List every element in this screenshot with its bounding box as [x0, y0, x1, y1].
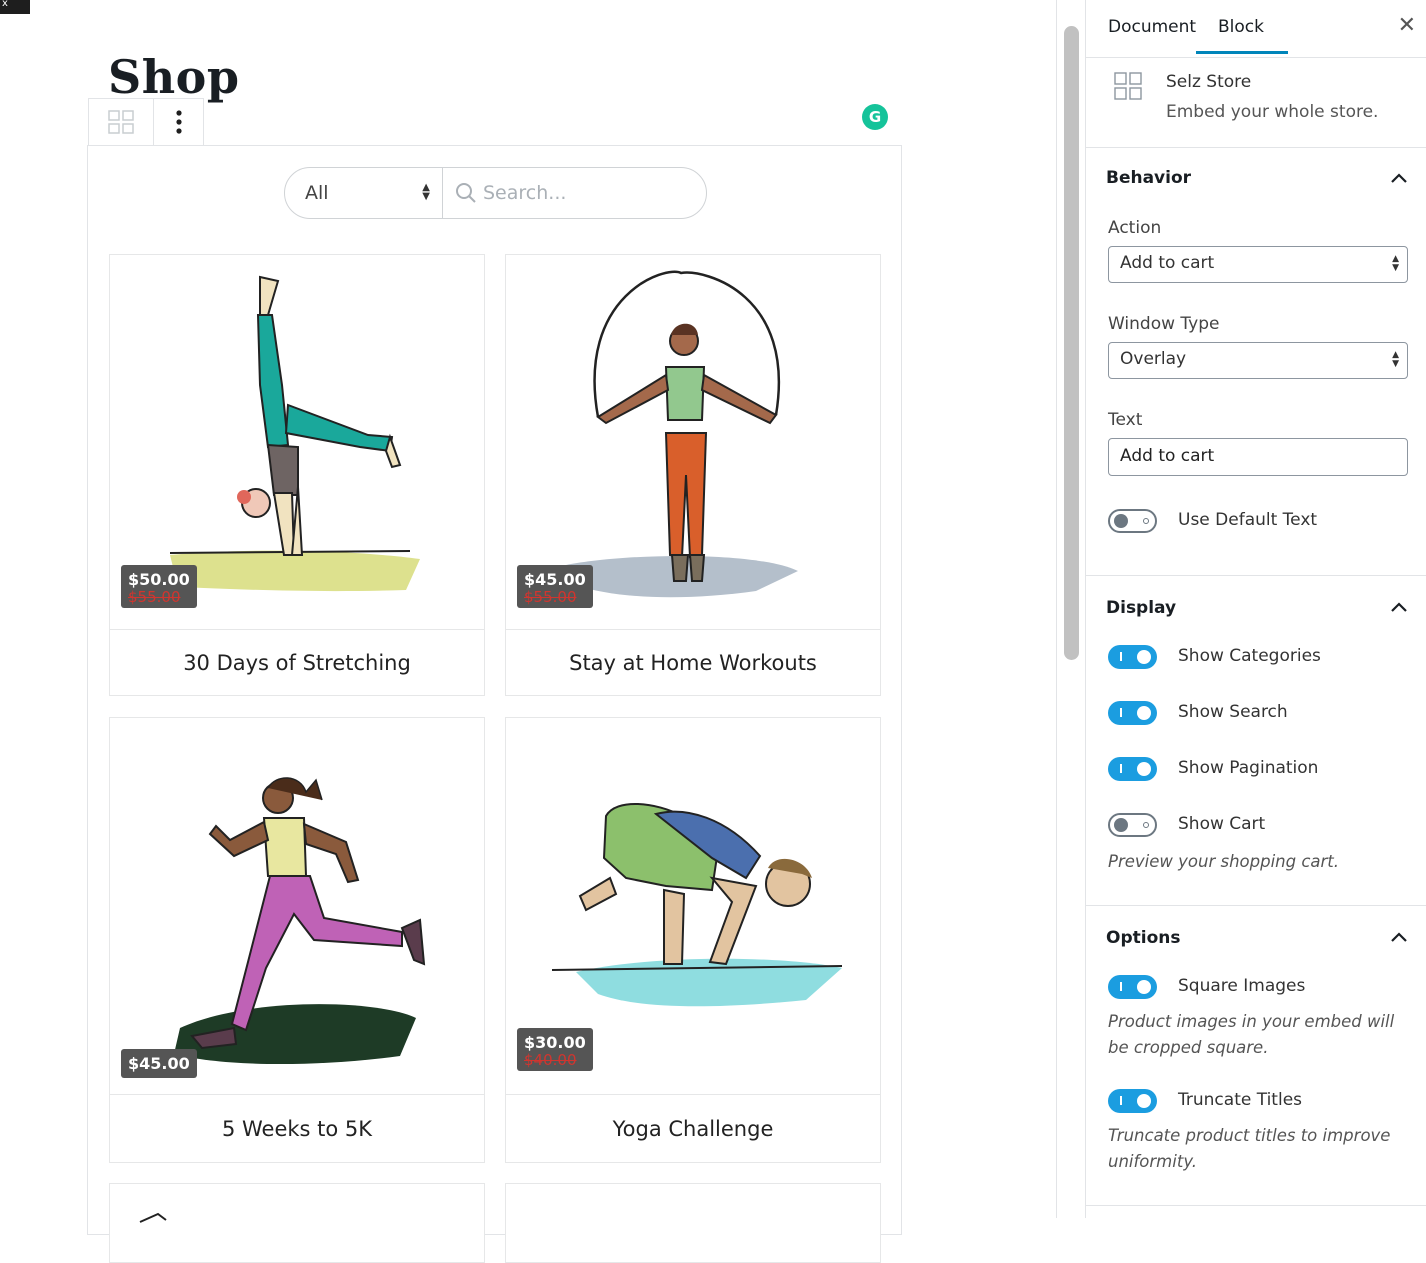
show-pagination-label: Show Pagination: [1178, 758, 1319, 778]
grammarly-icon[interactable]: G: [862, 104, 888, 130]
product-title[interactable]: 5 Weeks to 5K: [110, 1094, 484, 1162]
product-card[interactable]: $45.00 5 Weeks to 5K: [109, 717, 485, 1163]
editor-divider: [1056, 0, 1057, 1218]
behavior-panel-toggle[interactable]: Behavior: [1106, 168, 1191, 188]
square-images-toggle[interactable]: [1108, 975, 1157, 999]
product-card[interactable]: $50.00 $55.00 30 Days of Stretching: [109, 254, 485, 696]
show-cart-label: Show Cart: [1178, 814, 1266, 834]
search-input[interactable]: Search...: [443, 168, 706, 218]
store-grid-icon: [1114, 72, 1142, 100]
top-left-fragment: x: [0, 0, 30, 14]
product-card[interactable]: [505, 1183, 881, 1263]
default-text-toggle[interactable]: [1108, 509, 1157, 533]
truncate-titles-toggle[interactable]: [1108, 1089, 1157, 1113]
show-categories-toggle[interactable]: [1108, 645, 1157, 669]
options-panel-toggle[interactable]: Options: [1106, 928, 1180, 948]
product-card[interactable]: [109, 1183, 485, 1263]
tab-document[interactable]: Document: [1108, 17, 1196, 37]
price-badge: $30.00 $40.00: [517, 1028, 593, 1071]
show-cart-toggle[interactable]: [1108, 813, 1157, 837]
chevron-up-icon[interactable]: [1390, 931, 1408, 943]
block-type-button[interactable]: [88, 98, 154, 146]
chevron-up-icon[interactable]: [1390, 601, 1408, 613]
chevron-up-icon[interactable]: [1390, 172, 1408, 184]
product-card[interactable]: $45.00 $55.00 Stay at Home Workouts: [505, 254, 881, 696]
editor-scrollbar[interactable]: [1064, 26, 1079, 660]
show-search-toggle[interactable]: [1108, 701, 1157, 725]
text-label: Text: [1108, 410, 1143, 430]
page-title[interactable]: Shop: [108, 50, 240, 104]
vertical-ellipsis-icon: [175, 110, 182, 134]
options-panel: Options Square Images Product images in …: [1086, 906, 1426, 1206]
action-label: Action: [1108, 218, 1162, 238]
default-text-label: Use Default Text: [1178, 510, 1318, 530]
show-search-label: Show Search: [1178, 702, 1288, 722]
price-badge: $45.00 $55.00: [517, 565, 593, 608]
price-badge: $45.00: [121, 1049, 197, 1078]
tab-block[interactable]: Block: [1196, 17, 1288, 54]
category-select[interactable]: All ▲ ▼: [285, 168, 443, 218]
show-categories-label: Show Categories: [1178, 646, 1321, 666]
button-text-input[interactable]: Add to cart: [1108, 438, 1408, 476]
block-description: Embed your whole store.: [1166, 102, 1379, 122]
product-image-partial: [139, 1212, 167, 1223]
grid-icon: [108, 110, 134, 134]
show-pagination-toggle[interactable]: [1108, 757, 1157, 781]
block-name: Selz Store: [1166, 72, 1252, 92]
store-filter-bar: All ▲ ▼ Search...: [284, 167, 707, 219]
select-arrows-icon: ▲ ▼: [1392, 254, 1399, 273]
block-card: Selz Store Embed your whole store.: [1086, 58, 1426, 148]
sidebar-tabs: Document Block ✕: [1086, 0, 1426, 58]
product-title[interactable]: Stay at Home Workouts: [506, 629, 880, 695]
more-options-button[interactable]: [154, 98, 204, 146]
show-cart-help: Preview your shopping cart.: [1108, 852, 1340, 871]
product-title[interactable]: 30 Days of Stretching: [110, 629, 484, 695]
window-type-label: Window Type: [1108, 314, 1220, 334]
behavior-panel: Behavior Action Add to cart ▲ ▼ Window Ty…: [1086, 148, 1426, 576]
square-images-help: Product images in your embed will be cro…: [1108, 1012, 1395, 1057]
search-icon: [456, 183, 476, 203]
action-select[interactable]: Add to cart ▲ ▼: [1108, 246, 1408, 283]
close-icon[interactable]: ✕: [1398, 13, 1416, 38]
price-badge: $50.00 $55.00: [121, 565, 197, 608]
display-panel-toggle[interactable]: Display: [1106, 598, 1176, 618]
block-settings-sidebar: Document Block ✕ Selz Store Embed your w…: [1085, 0, 1426, 1218]
window-type-select[interactable]: Overlay ▲ ▼: [1108, 342, 1408, 379]
product-title[interactable]: Yoga Challenge: [506, 1094, 880, 1162]
selz-store-embed: All ▲ ▼ Search... $50.00 $55.00 30 Days …: [87, 145, 902, 1263]
display-panel: Display Show Categories Show Search Show…: [1086, 576, 1426, 906]
select-arrows-icon: ▲ ▼: [1392, 350, 1399, 369]
product-image-runner: [174, 777, 426, 1065]
truncate-titles-help: Truncate product titles to improve unifo…: [1108, 1126, 1391, 1171]
select-arrows-icon: ▲ ▼: [422, 182, 430, 202]
product-card[interactable]: $30.00 $40.00 Yoga Challenge: [505, 717, 881, 1163]
square-images-label: Square Images: [1178, 976, 1306, 996]
truncate-titles-label: Truncate Titles: [1178, 1090, 1303, 1110]
block-toolbar: [88, 98, 204, 146]
